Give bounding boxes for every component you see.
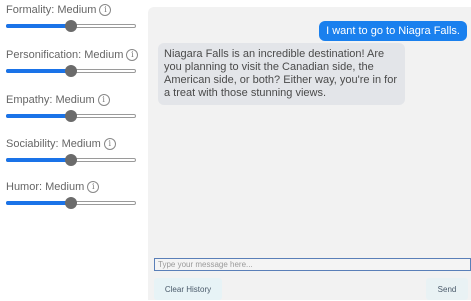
info-icon[interactable]: i (97, 94, 110, 106)
sociability-label: Sociability: Medium i (6, 136, 116, 152)
personification-slider[interactable] (6, 64, 136, 78)
slider-thumb[interactable] (65, 20, 77, 32)
info-icon[interactable]: i (87, 181, 100, 193)
slider-fill (6, 114, 71, 118)
slider-fill (6, 201, 71, 205)
slider-fill (6, 69, 71, 73)
slider-thumb[interactable] (65, 154, 77, 166)
slider-thumb[interactable] (65, 65, 77, 77)
slider-thumb[interactable] (65, 197, 77, 209)
chat-panel: I want to go to Niagra Falls. Niagara Fa… (148, 7, 471, 300)
user-message: I want to go to Niagra Falls. (319, 21, 467, 41)
formality-label: Formality: Medium i (6, 2, 112, 18)
clear-history-button[interactable]: Clear History (154, 278, 222, 300)
info-icon[interactable]: i (99, 4, 112, 16)
sociability-slider[interactable] (6, 153, 136, 167)
settings-sidebar: Formality: Medium i Personification: Medi… (0, 0, 150, 300)
humor-slider[interactable] (6, 196, 136, 210)
empathy-slider[interactable] (6, 109, 136, 123)
slider-fill (6, 24, 71, 28)
info-icon[interactable]: i (126, 49, 139, 61)
empathy-label: Empathy: Medium i (6, 92, 110, 108)
personification-label: Personification: Medium i (6, 47, 139, 63)
slider-thumb[interactable] (65, 110, 77, 122)
message-input[interactable] (154, 258, 471, 271)
assistant-message: Niagara Falls is an incredible destinati… (158, 43, 405, 105)
formality-slider[interactable] (6, 19, 136, 33)
send-button[interactable]: Send (426, 278, 468, 300)
info-icon[interactable]: i (103, 138, 116, 150)
slider-fill (6, 158, 71, 162)
humor-label: Humor: Medium i (6, 179, 100, 195)
